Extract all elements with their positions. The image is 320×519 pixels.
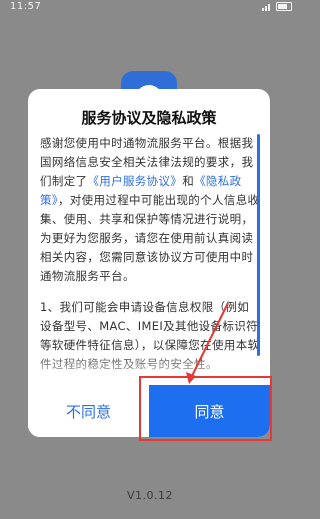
user-agreement-link[interactable]: 《用户服务协议》 xyxy=(87,174,182,188)
app-version: V1.0.12 xyxy=(126,489,173,502)
battery-icon xyxy=(276,2,292,11)
annotation-highlight-box xyxy=(139,376,272,441)
dialog-content[interactable]: 感谢您使用中时通物流服务平台。根据我国网络信息安全相关法律法规的要求，我们制定了… xyxy=(40,134,260,380)
status-time: 11:57 xyxy=(10,1,42,12)
scrollbar-thumb[interactable] xyxy=(257,134,260,356)
status-indicators xyxy=(262,2,292,11)
intro-paragraph: 感谢您使用中时通物流服务平台。根据我国网络信息安全相关法律法规的要求，我们制定了… xyxy=(40,134,260,286)
status-bar: 11:57 xyxy=(0,0,300,16)
intro-rest-text: ，对使用过程中可能出现的个人信息收集、使用、共享和保护等情况进行说明，为更好为您… xyxy=(40,193,260,283)
and-text: 和 xyxy=(182,174,195,188)
disagree-button[interactable]: 不同意 xyxy=(28,385,149,437)
dialog-title: 服务协议及隐私政策 xyxy=(81,109,217,127)
scrollbar[interactable] xyxy=(257,134,260,380)
signal-icon xyxy=(262,3,272,11)
